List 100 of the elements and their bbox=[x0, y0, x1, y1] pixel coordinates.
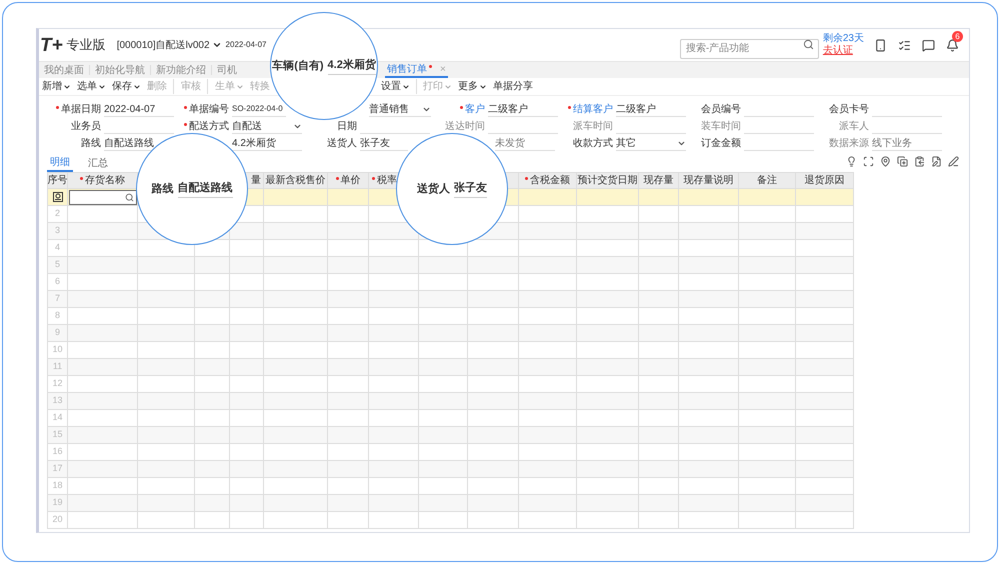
table-cell bbox=[369, 274, 419, 291]
table-cell bbox=[577, 308, 639, 325]
form-field[interactable]: 自配送 bbox=[232, 119, 302, 134]
table-cell bbox=[577, 189, 639, 206]
table-cell bbox=[195, 257, 230, 274]
table-cell bbox=[419, 291, 468, 308]
notification-bell-icon[interactable] bbox=[946, 38, 959, 52]
table-cell bbox=[468, 461, 519, 478]
table-cell bbox=[230, 461, 264, 478]
table-cell bbox=[138, 342, 195, 359]
file-edit-icon[interactable] bbox=[931, 156, 942, 167]
table-cell bbox=[468, 478, 519, 495]
table-cell bbox=[679, 291, 739, 308]
table-cell bbox=[519, 359, 577, 376]
table-cell bbox=[264, 393, 328, 410]
table-cell bbox=[230, 240, 264, 257]
form-field[interactable]: 未发货 bbox=[495, 136, 555, 151]
search-field[interactable]: 搜索-产品功能 bbox=[680, 38, 819, 58]
column-header: 单价 bbox=[328, 173, 369, 189]
toolbar-button[interactable]: 设置 bbox=[381, 79, 417, 94]
table-cell bbox=[138, 257, 195, 274]
table-cell bbox=[468, 393, 519, 410]
table-cell bbox=[796, 223, 854, 240]
table-cell bbox=[328, 308, 369, 325]
table-cell bbox=[639, 478, 679, 495]
table-cell bbox=[796, 189, 854, 206]
table-cell bbox=[519, 325, 577, 342]
table-cell bbox=[195, 444, 230, 461]
table-cell bbox=[328, 495, 369, 512]
checklist-icon[interactable] bbox=[898, 38, 911, 52]
pen-icon[interactable] bbox=[948, 156, 959, 167]
table-cell bbox=[328, 427, 369, 444]
table-cell bbox=[639, 495, 679, 512]
table-cell bbox=[577, 359, 639, 376]
toolbar-button[interactable]: 单据分享 bbox=[493, 79, 533, 94]
table-cell bbox=[264, 325, 328, 342]
row-number: 11 bbox=[52, 360, 62, 374]
table-cell bbox=[230, 359, 264, 376]
table-cell bbox=[328, 410, 369, 427]
form-field[interactable]: 二级客户 bbox=[488, 102, 558, 117]
table-cell bbox=[419, 274, 468, 291]
certify-link[interactable]: 去认证 bbox=[822, 45, 853, 57]
toolbar-button[interactable]: 选单 bbox=[77, 79, 106, 94]
table-cell bbox=[519, 257, 577, 274]
table-cell bbox=[328, 257, 369, 274]
copy-add-icon[interactable] bbox=[897, 156, 908, 167]
table-cell bbox=[230, 512, 264, 529]
table-cell bbox=[264, 461, 328, 478]
table-cell bbox=[577, 206, 639, 223]
field-label: 单据编号 bbox=[184, 102, 229, 117]
field-label: 路线 bbox=[81, 136, 101, 151]
form-field[interactable]: 普通销售 bbox=[369, 102, 431, 117]
mobile-icon[interactable] bbox=[874, 38, 887, 52]
location-pin-icon[interactable] bbox=[880, 156, 891, 167]
table-cell bbox=[195, 393, 230, 410]
table-cell bbox=[138, 410, 195, 427]
table-cell bbox=[264, 427, 328, 444]
table-cell bbox=[739, 444, 796, 461]
table-cell bbox=[739, 274, 796, 291]
form-field[interactable]: 张子友 bbox=[360, 136, 408, 151]
table-cell bbox=[264, 512, 328, 529]
message-icon[interactable] bbox=[922, 38, 935, 52]
table-cell bbox=[577, 240, 639, 257]
table-cell bbox=[138, 444, 195, 461]
table-cell bbox=[138, 291, 195, 308]
table-cell bbox=[639, 342, 679, 359]
table-cell bbox=[138, 376, 195, 393]
row-number: 4 bbox=[54, 241, 60, 254]
form-field[interactable]: 线下业务 bbox=[872, 136, 942, 151]
scan-icon[interactable] bbox=[863, 156, 874, 167]
toolbar-button[interactable]: 更多 bbox=[458, 79, 487, 94]
chevron-icon bbox=[98, 82, 106, 90]
table-cell bbox=[369, 427, 419, 444]
page-tab[interactable]: 销售订单 × bbox=[385, 62, 448, 78]
table-cell bbox=[419, 444, 468, 461]
toolbar-button[interactable]: 保存 bbox=[112, 79, 141, 94]
detail-tab[interactable]: 汇总 bbox=[85, 155, 111, 172]
table-cell bbox=[138, 308, 195, 325]
bulb-icon[interactable] bbox=[846, 156, 857, 167]
table-cell bbox=[195, 461, 230, 478]
table-cell bbox=[264, 359, 328, 376]
clipboard-icon[interactable] bbox=[914, 156, 925, 167]
form-field[interactable]: 4.2米厢货 bbox=[232, 136, 302, 151]
table-cell bbox=[328, 189, 369, 206]
table-cell bbox=[195, 359, 230, 376]
account-selector[interactable]: [000010]自配送lv002 bbox=[116, 38, 222, 52]
table-cell bbox=[195, 512, 230, 529]
form-field[interactable]: 其它 bbox=[616, 136, 686, 151]
table-cell bbox=[679, 206, 739, 223]
toolbar-button[interactable]: 新增 bbox=[42, 79, 71, 94]
table-cell bbox=[138, 359, 195, 376]
table-cell bbox=[679, 325, 739, 342]
table-cell bbox=[230, 478, 264, 495]
column-header: 现存量说明 bbox=[679, 173, 739, 189]
form-field[interactable]: 二级客户 bbox=[616, 102, 686, 117]
row-action-icon[interactable] bbox=[52, 192, 62, 202]
column-header: 含税金额 bbox=[519, 173, 577, 189]
table-cell bbox=[419, 393, 468, 410]
form-field[interactable]: 2022-04-07 bbox=[104, 102, 174, 117]
table-cell bbox=[639, 240, 679, 257]
